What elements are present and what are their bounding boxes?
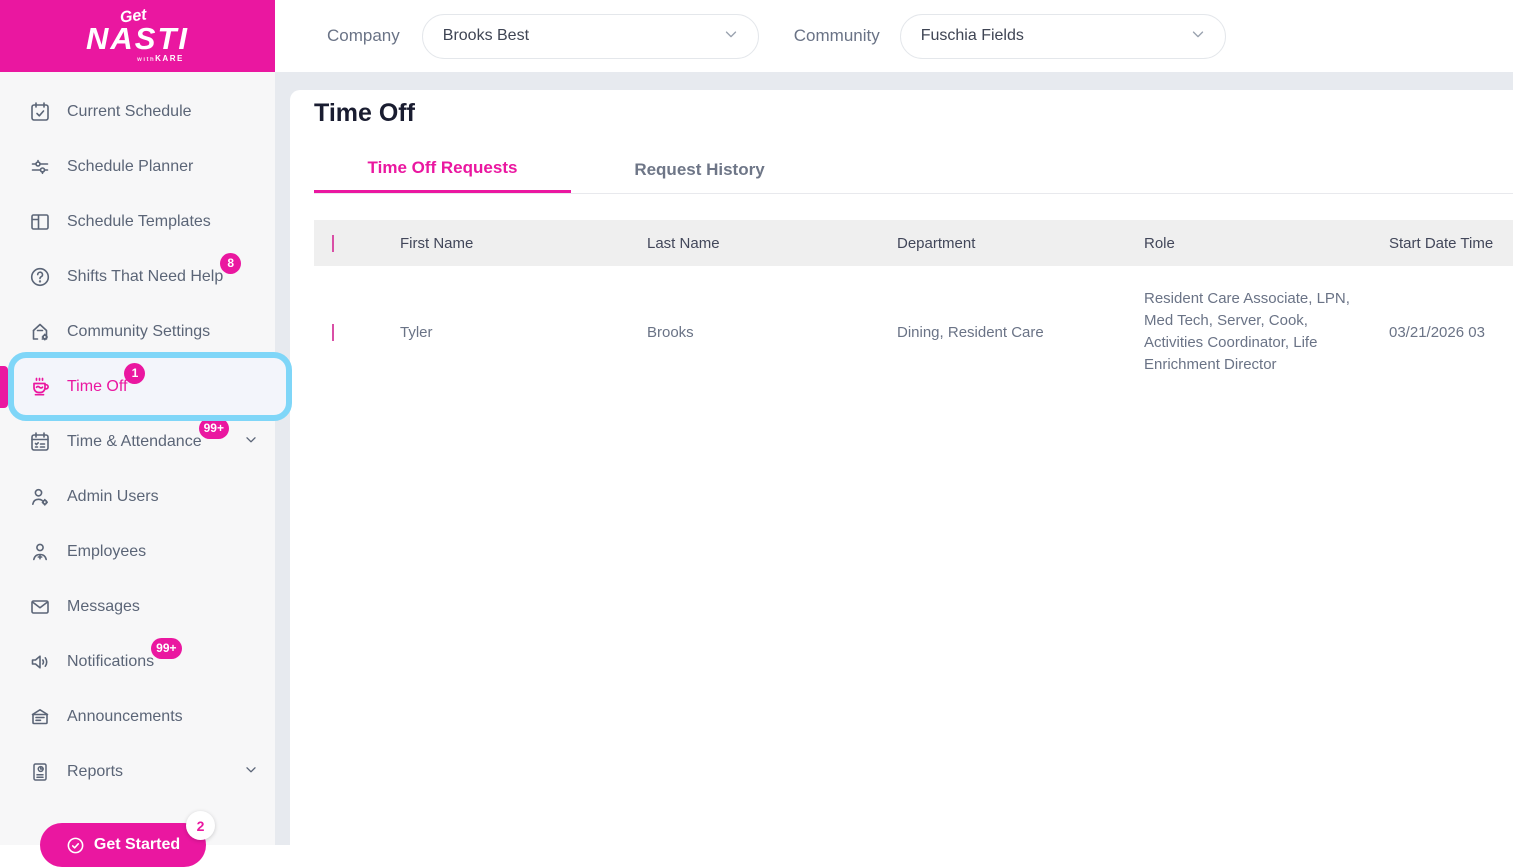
chevron-down-icon — [722, 25, 740, 48]
sidebar-nav: Current Schedule Schedule Planner Schedu… — [0, 72, 275, 799]
report-icon — [28, 760, 52, 784]
cell-department: Dining, Resident Care — [897, 323, 1044, 341]
speaker-icon — [28, 650, 52, 674]
sidebar-item-reports[interactable]: Reports — [0, 744, 275, 799]
sidebar-item-shifts-that-need-help[interactable]: Shifts That Need Help 8 — [0, 249, 275, 304]
page-title: Time Off — [314, 99, 415, 127]
chevron-down-icon[interactable] — [243, 431, 259, 452]
select-all-checkbox[interactable] — [332, 234, 334, 252]
sidebar-item-time-off[interactable]: Time Off 1 — [0, 359, 275, 414]
logo-text-sub: withKARE — [137, 54, 184, 64]
community-select-value: Fuschia Fields — [920, 27, 1024, 44]
column-header-first-name: First Name — [400, 234, 474, 252]
get-started-button[interactable]: Get Started 2 — [40, 811, 215, 867]
sidebar-item-community-settings[interactable]: Community Settings — [0, 304, 275, 359]
tab-time-off-requests[interactable]: Time Off Requests — [314, 146, 571, 194]
main-area: Company Brooks Best Community Fuschia Fi… — [275, 0, 1513, 845]
check-circle-icon — [66, 836, 85, 855]
sliders-icon — [28, 155, 52, 179]
time-off-badge: 1 — [124, 362, 146, 384]
topbar: Company Brooks Best Community Fuschia Fi… — [275, 0, 1513, 72]
logo-text-top: Get — [119, 6, 148, 27]
table-row[interactable]: Tyler Brooks Dining, Resident Care Resid… — [314, 266, 1513, 399]
user-plus-icon — [28, 540, 52, 564]
content-card: Time Off Time Off Requests Request Histo… — [290, 90, 1513, 845]
calendar-check-icon — [28, 100, 52, 124]
sidebar-item-time-and-attendance[interactable]: Time & Attendance 99+ — [0, 414, 275, 469]
coffee-cup-icon — [28, 375, 52, 399]
house-gear-icon — [28, 320, 52, 344]
app-root: Get NASTI withKARE Current Schedule Sche… — [0, 0, 1513, 867]
time-off-table: First Name Last Name Department Role Sta… — [314, 220, 1513, 399]
sidebar-item-messages[interactable]: Messages — [0, 579, 275, 634]
brand-logo: Get NASTI withKARE — [0, 0, 275, 72]
announcement-icon — [28, 705, 52, 729]
content-background: Time Off Time Off Requests Request Histo… — [275, 72, 1513, 845]
sidebar: Get NASTI withKARE Current Schedule Sche… — [0, 0, 292, 867]
cell-last-name: Brooks — [647, 323, 694, 341]
cell-start-date-time: 03/21/2026 03 — [1389, 323, 1485, 341]
layout-icon — [28, 210, 52, 234]
tab-bar: Time Off Requests Request History — [314, 146, 1513, 195]
notifications-badge: 99+ — [151, 637, 182, 659]
column-header-start-date-time: Start Date Time — [1389, 234, 1494, 252]
get-started-badge: 2 — [186, 811, 215, 840]
cell-role: Resident Care Associate, LPN, Med Tech, … — [1144, 290, 1350, 374]
cell-first-name: Tyler — [400, 323, 433, 341]
sidebar-item-schedule-templates[interactable]: Schedule Templates — [0, 194, 275, 249]
company-select[interactable]: Brooks Best — [421, 13, 759, 59]
community-select[interactable]: Fuschia Fields — [899, 13, 1226, 59]
company-label: Company — [327, 26, 400, 45]
sidebar-item-current-schedule[interactable]: Current Schedule — [0, 84, 275, 139]
user-gear-icon — [28, 485, 52, 509]
sidebar-item-announcements[interactable]: Announcements — [0, 689, 275, 744]
column-header-last-name: Last Name — [647, 234, 720, 252]
row-checkbox[interactable] — [332, 323, 334, 341]
company-select-value: Brooks Best — [442, 27, 530, 44]
sidebar-item-notifications[interactable]: Notifications 99+ — [0, 634, 275, 689]
logo-text-main: NASTI — [86, 21, 189, 56]
tab-request-history[interactable]: Request History — [571, 146, 828, 193]
sidebar-item-employees[interactable]: Employees — [0, 524, 275, 579]
community-label: Community — [793, 26, 880, 45]
table-header-row: First Name Last Name Department Role Sta… — [314, 220, 1513, 267]
chevron-down-icon — [1189, 25, 1207, 48]
time-attendance-badge: 99+ — [198, 417, 229, 439]
active-item-indicator — [0, 366, 8, 408]
sidebar-item-schedule-planner[interactable]: Schedule Planner — [0, 139, 275, 194]
help-circle-icon — [28, 265, 52, 289]
column-header-role: Role — [1144, 234, 1175, 252]
chevron-down-icon[interactable] — [243, 761, 259, 782]
column-header-department: Department — [897, 234, 976, 252]
sidebar-item-admin-users[interactable]: Admin Users — [0, 469, 275, 524]
envelope-icon — [28, 595, 52, 619]
shifts-help-badge: 8 — [220, 252, 242, 274]
calendar-lines-icon — [28, 430, 52, 454]
